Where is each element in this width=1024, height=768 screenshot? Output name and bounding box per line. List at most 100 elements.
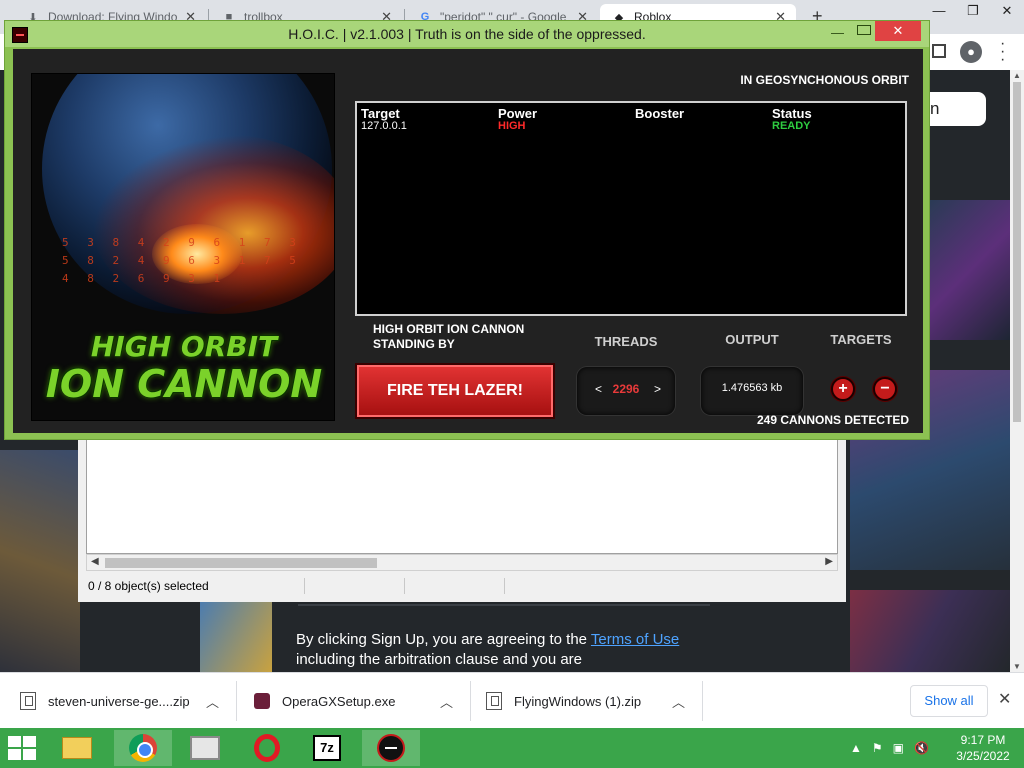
status-divider (304, 578, 305, 594)
download-name: OperaGXSetup.exe (282, 693, 396, 709)
cannon-status-line1: HIGH ORBIT ION CANNON (373, 322, 525, 336)
scrollbar-thumb[interactable] (105, 558, 377, 568)
selection-status: 0 / 8 object(s) selected (88, 579, 209, 593)
download-item[interactable]: FlyingWindows (1).zip ︿ (486, 673, 700, 729)
hoic-body: 5 3 8 4 2 9 6 1 7 3 5 8 2 4 9 6 3 1 7 5 … (13, 49, 923, 433)
taskbar-opera[interactable] (238, 730, 296, 766)
horizontal-scrollbar[interactable]: ◀ ▶ (86, 554, 838, 571)
cannons-detected: 249 CANNONS DETECTED (756, 413, 909, 427)
status-bar: 0 / 8 object(s) selected (86, 576, 838, 596)
clock-time: 9:17 PM (960, 733, 1006, 747)
downloads-bar: steven-universe-ge....zip ︿ OperaGXSetup… (0, 672, 1024, 728)
menu-dots-icon[interactable]: · · · (1000, 36, 1005, 68)
chevron-up-icon[interactable]: ︿ (206, 692, 219, 711)
download-separator (702, 681, 703, 721)
output-label: OUTPUT (725, 332, 779, 347)
targets-label: TARGETS (830, 332, 892, 347)
show-hidden-icons-button[interactable]: ▲ (850, 741, 862, 755)
system-monitor-icon (190, 736, 220, 760)
chevron-up-icon[interactable]: ︿ (672, 692, 685, 711)
signup-prefix: By clicking Sign Up, you are agreeing to… (296, 631, 591, 648)
download-separator (470, 681, 471, 721)
windows-logo-icon (8, 736, 21, 747)
threads-label: THREADS (594, 334, 658, 349)
chrome-icon (129, 734, 157, 762)
network-icon[interactable]: ▣ (893, 741, 904, 755)
download-separator (236, 681, 237, 721)
poster-logo-line2: ION CANNON (45, 362, 323, 406)
file-list[interactable] (86, 438, 838, 554)
zip-file-icon (20, 692, 36, 710)
taskbar-7zip[interactable]: 7z (298, 730, 356, 766)
start-button[interactable] (8, 736, 38, 760)
file-explorer-icon (62, 737, 92, 759)
power-cell[interactable]: HIGH (498, 120, 526, 132)
profile-avatar-icon[interactable]: ● (960, 41, 982, 63)
poster-logo-line1: HIGH ORBIT (90, 330, 278, 363)
remove-target-button[interactable]: − (873, 377, 897, 401)
restore-button[interactable]: ❐ (956, 0, 990, 28)
threads-stepper[interactable]: < 2296 > (577, 367, 675, 415)
background-art (850, 590, 1010, 672)
taskbar-file-explorer[interactable] (48, 730, 106, 766)
status-cell[interactable]: READY (772, 120, 811, 132)
hoic-icon (377, 734, 405, 762)
system-clock[interactable]: 9:17 PM 3/25/2022 (948, 732, 1018, 764)
add-target-button[interactable]: + (831, 377, 855, 401)
background-art (200, 600, 272, 672)
window-title: H.O.I.C. | v2.1.003 | Truth is on the si… (288, 26, 646, 42)
hoic-titlebar[interactable]: H.O.I.C. | v2.1.003 | Truth is on the si… (5, 21, 929, 47)
windows-logo-icon (23, 736, 36, 747)
maximize-button[interactable] (857, 25, 871, 35)
download-name: FlyingWindows (1).zip (514, 693, 642, 709)
close-window-button[interactable]: ✕ (990, 0, 1024, 28)
windows-taskbar: 7z ▲ ⚑ ▣ 🔇 9:17 PM 3/25/2022 (0, 728, 1024, 768)
threads-increment-button[interactable]: > (654, 382, 661, 396)
signup-suffix: including the arbitration clause and you… (296, 651, 583, 668)
clock-date: 3/25/2022 (956, 749, 1010, 763)
show-all-button[interactable]: Show all (910, 685, 988, 717)
scroll-left-icon[interactable]: ◀ (91, 556, 99, 567)
taskbar-hoic[interactable] (362, 730, 420, 766)
column-header-booster[interactable]: Booster (635, 106, 684, 121)
target-cell[interactable]: 127.0.0.1 (361, 120, 407, 132)
status-divider (404, 578, 405, 594)
poster-numbers: 5 3 8 4 2 9 6 1 7 3 5 8 2 4 9 6 3 1 7 5 … (62, 236, 302, 285)
fire-button[interactable]: FIRE TEH LAZER! (355, 363, 555, 419)
download-item[interactable]: OperaGXSetup.exe ︿ (254, 673, 468, 729)
page-scrollbar[interactable]: ▲ ▼ (1010, 70, 1024, 672)
archive-window: ◀ ▶ 0 / 8 object(s) selected (78, 438, 846, 602)
targets-table[interactable]: Target Power Booster Status 127.0.0.1 HI… (355, 101, 907, 316)
orbit-status: IN GEOSYNCHONOUS ORBIT (740, 73, 909, 87)
scroll-down-icon[interactable]: ▼ (1013, 662, 1021, 671)
output-display: 1.476563 kb (701, 367, 803, 415)
scroll-right-icon[interactable]: ▶ (825, 556, 833, 567)
column-header-status[interactable]: Status (772, 106, 812, 121)
close-downloads-button[interactable]: ✕ (998, 689, 1011, 709)
status-divider (504, 578, 505, 594)
hoic-poster-image: 5 3 8 4 2 9 6 1 7 3 5 8 2 4 9 6 3 1 7 5 … (31, 73, 335, 421)
minimize-button[interactable]: — (831, 25, 844, 40)
extension-icon[interactable] (932, 44, 946, 58)
signup-notice: By clicking Sign Up, you are agreeing to… (296, 630, 716, 670)
flag-icon[interactable]: ⚑ (872, 741, 883, 755)
taskbar-system-monitor[interactable] (176, 730, 234, 766)
chevron-up-icon[interactable]: ︿ (440, 692, 453, 711)
hoic-window: H.O.I.C. | v2.1.003 | Truth is on the si… (4, 20, 930, 440)
background-art (0, 450, 80, 672)
scroll-up-icon[interactable]: ▲ (1013, 71, 1021, 80)
close-button[interactable]: ✕ (875, 21, 921, 41)
scrollbar-thumb[interactable] (1013, 82, 1021, 422)
volume-muted-icon[interactable]: 🔇 (914, 741, 929, 755)
windows-logo-icon (8, 749, 21, 760)
cannon-status: HIGH ORBIT ION CANNON STANDING BY (373, 322, 573, 352)
column-header-target[interactable]: Target (361, 106, 400, 121)
download-item[interactable]: steven-universe-ge....zip ︿ (20, 673, 234, 729)
exe-file-icon (254, 693, 270, 709)
cannon-status-line2: STANDING BY (373, 337, 455, 351)
terms-of-use-link[interactable]: Terms of Use (591, 631, 679, 648)
column-header-power[interactable]: Power (498, 106, 537, 121)
background-art (930, 200, 1010, 340)
7zip-icon: 7z (313, 735, 341, 761)
taskbar-chrome[interactable] (114, 730, 172, 766)
